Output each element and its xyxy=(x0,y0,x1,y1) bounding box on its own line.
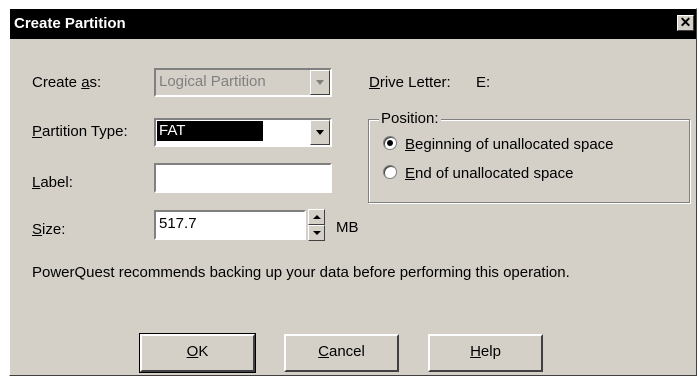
size-spinner[interactable] xyxy=(308,209,325,241)
size-label-suffix: ize: xyxy=(42,221,66,238)
create-as-label-key: a xyxy=(81,74,90,91)
radio-beginning-key: B xyxy=(405,136,416,153)
ok-button-label: K xyxy=(198,343,209,360)
size-label-key: S xyxy=(32,221,43,238)
partition-type-value: FAT xyxy=(157,121,264,141)
window-title: Create Partition xyxy=(14,15,126,32)
drive-letter-value: E: xyxy=(476,74,491,91)
radio-unchecked-icon[interactable] xyxy=(383,165,397,179)
size-unit: MB xyxy=(336,219,359,236)
drive-letter-label: Drive Letter: xyxy=(369,74,451,91)
position-group: Position: Beginning of unallocated space… xyxy=(368,110,690,203)
radio-beginning[interactable]: Beginning of unallocated space xyxy=(383,136,614,153)
partition-type-label-key: P xyxy=(32,123,43,140)
size-input[interactable]: 517.7 xyxy=(154,210,306,240)
create-as-value: Logical Partition xyxy=(159,73,266,90)
radio-end-key: E xyxy=(405,165,416,182)
ok-button[interactable]: OK xyxy=(139,333,256,373)
create-as-label: Create as: xyxy=(32,74,101,91)
drive-letter-label-suffix: rive Letter: xyxy=(379,74,451,91)
help-button-key: H xyxy=(470,343,481,360)
radio-end[interactable]: End of unallocated space xyxy=(383,165,573,182)
create-partition-dialog: Create Partition ✕ Create as: Logical Pa… xyxy=(9,8,697,376)
drive-letter-label-key: D xyxy=(369,74,380,91)
cancel-button[interactable]: Cancel xyxy=(284,334,399,372)
radio-beginning-label: eginning of unallocated space xyxy=(415,136,614,153)
partition-type-label: Partition Type: xyxy=(32,123,128,140)
radio-checked-icon[interactable] xyxy=(383,136,397,150)
partition-type-label-suffix: artition Type: xyxy=(42,123,128,140)
backup-message: PowerQuest recommends backing up your da… xyxy=(32,264,570,281)
cancel-button-label: ancel xyxy=(328,343,365,360)
create-as-label-prefix: Create xyxy=(32,74,82,91)
ok-button-key: O xyxy=(186,343,199,360)
help-button[interactable]: Help xyxy=(428,334,543,372)
cancel-button-key: C xyxy=(318,343,329,360)
close-icon: ✕ xyxy=(679,14,692,30)
label-input[interactable] xyxy=(154,163,332,193)
create-as-label-suffix: s: xyxy=(89,74,102,91)
create-as-select[interactable]: Logical Partition xyxy=(154,68,332,97)
size-label: Size: xyxy=(32,221,65,238)
help-button-label: elp xyxy=(480,343,501,360)
position-legend: Position: xyxy=(379,110,441,127)
radio-end-label: nd of unallocated space xyxy=(415,165,574,182)
title-bar[interactable]: Create Partition ✕ xyxy=(10,9,696,39)
size-input-value: 517.7 xyxy=(159,215,197,232)
label-field-label: Label: xyxy=(32,174,73,191)
arrow-down-icon[interactable] xyxy=(308,225,325,241)
close-button[interactable]: ✕ xyxy=(677,15,694,31)
partition-type-select[interactable]: FAT xyxy=(154,118,332,147)
label-field-label-suffix: abel: xyxy=(40,174,73,191)
chevron-down-icon[interactable] xyxy=(310,120,330,145)
chevron-down-icon[interactable] xyxy=(310,70,330,95)
arrow-up-icon[interactable] xyxy=(308,209,325,225)
